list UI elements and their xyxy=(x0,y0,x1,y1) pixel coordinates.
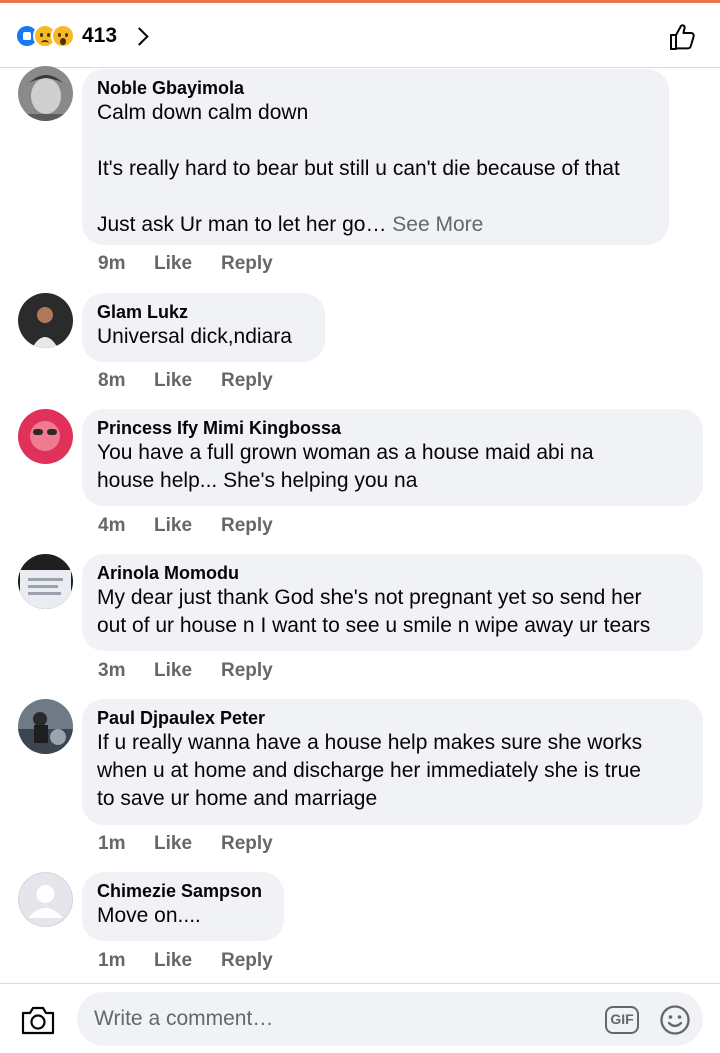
comment-bubble: Princess Ify Mimi Kingbossa You have a f… xyxy=(82,409,703,506)
comment-author[interactable]: Princess Ify Mimi Kingbossa xyxy=(97,417,686,439)
gif-button[interactable]: GIF xyxy=(605,1006,639,1034)
smiley-icon[interactable] xyxy=(659,1004,691,1036)
avatar[interactable] xyxy=(18,66,73,121)
comment-timestamp[interactable]: 1m xyxy=(98,832,154,856)
avatar[interactable] xyxy=(18,699,73,754)
comment-text: You have a full grown woman as a house m… xyxy=(97,441,594,492)
avatar[interactable] xyxy=(18,872,73,927)
comment-timestamp[interactable]: 9m xyxy=(98,252,154,276)
comment-actions: 8m Like Reply xyxy=(98,369,273,393)
reply-button[interactable]: Reply xyxy=(221,514,273,538)
comment-bubble: Noble Gbayimola Calm down calm down It's… xyxy=(82,69,669,245)
comment-text: If u really wanna have a house help make… xyxy=(97,731,643,810)
comment-input[interactable]: Write a comment… GIF xyxy=(77,992,703,1046)
comment-composer: Write a comment… GIF xyxy=(0,983,720,1053)
comment-actions: 1m Like Reply xyxy=(98,949,273,973)
reactions-header: 413 xyxy=(0,3,720,68)
comment-body: Calm down calm down It's really hard to … xyxy=(97,101,620,236)
comment-bubble: Arinola Momodu My dear just thank God sh… xyxy=(82,554,703,651)
thumbs-up-outline-icon[interactable] xyxy=(668,22,698,52)
reply-button[interactable]: Reply xyxy=(221,832,273,856)
reply-button[interactable]: Reply xyxy=(221,369,273,393)
comment-timestamp[interactable]: 8m xyxy=(98,369,154,393)
see-more-link[interactable]: See More xyxy=(386,213,483,236)
comment-actions: 3m Like Reply xyxy=(98,659,273,683)
comment-input-placeholder: Write a comment… xyxy=(94,1007,274,1030)
avatar[interactable] xyxy=(18,409,73,464)
comment-text: Universal dick,ndiara xyxy=(97,325,292,348)
like-button[interactable]: Like xyxy=(154,659,221,683)
comment-bubble: Glam Lukz Universal dick,ndiara xyxy=(82,293,325,362)
like-button[interactable]: Like xyxy=(154,949,221,973)
comment-text: My dear just thank God she's not pregnan… xyxy=(97,586,651,637)
comment-author[interactable]: Noble Gbayimola xyxy=(97,77,652,99)
like-button[interactable]: Like xyxy=(154,514,221,538)
reply-button[interactable]: Reply xyxy=(221,252,273,276)
avatar[interactable] xyxy=(18,554,73,609)
comment-bubble: Paul Djpaulex Peter If u really wanna ha… xyxy=(82,699,703,825)
like-button[interactable]: Like xyxy=(154,832,221,856)
comment-actions: 9m Like Reply xyxy=(98,252,273,276)
comment-actions: 1m Like Reply xyxy=(98,832,273,856)
comment-text: Calm down calm down It's really hard to … xyxy=(97,99,652,239)
comment-text: Move on.... xyxy=(97,904,201,927)
camera-icon[interactable] xyxy=(20,1004,56,1036)
comment-actions: 4m Like Reply xyxy=(98,514,273,538)
comment-author[interactable]: Paul Djpaulex Peter xyxy=(97,707,686,729)
comment-timestamp[interactable]: 3m xyxy=(98,659,154,683)
reactions-summary[interactable]: 413 xyxy=(15,22,149,50)
wow-reaction-icon xyxy=(51,24,75,48)
comment-author[interactable]: Arinola Momodu xyxy=(97,562,686,584)
like-button[interactable]: Like xyxy=(154,252,221,276)
reply-button[interactable]: Reply xyxy=(221,659,273,683)
reply-button[interactable]: Reply xyxy=(221,949,273,973)
reaction-count: 413 xyxy=(82,24,118,47)
chevron-right-icon xyxy=(130,26,149,46)
comment-timestamp[interactable]: 4m xyxy=(98,514,154,538)
comment-bubble: Chimezie Sampson Move on.... xyxy=(82,872,284,941)
avatar[interactable] xyxy=(18,293,73,348)
comment-timestamp[interactable]: 1m xyxy=(98,949,154,973)
comment-author[interactable]: Glam Lukz xyxy=(97,301,308,323)
like-button[interactable]: Like xyxy=(154,369,221,393)
comment-author[interactable]: Chimezie Sampson xyxy=(97,880,267,902)
